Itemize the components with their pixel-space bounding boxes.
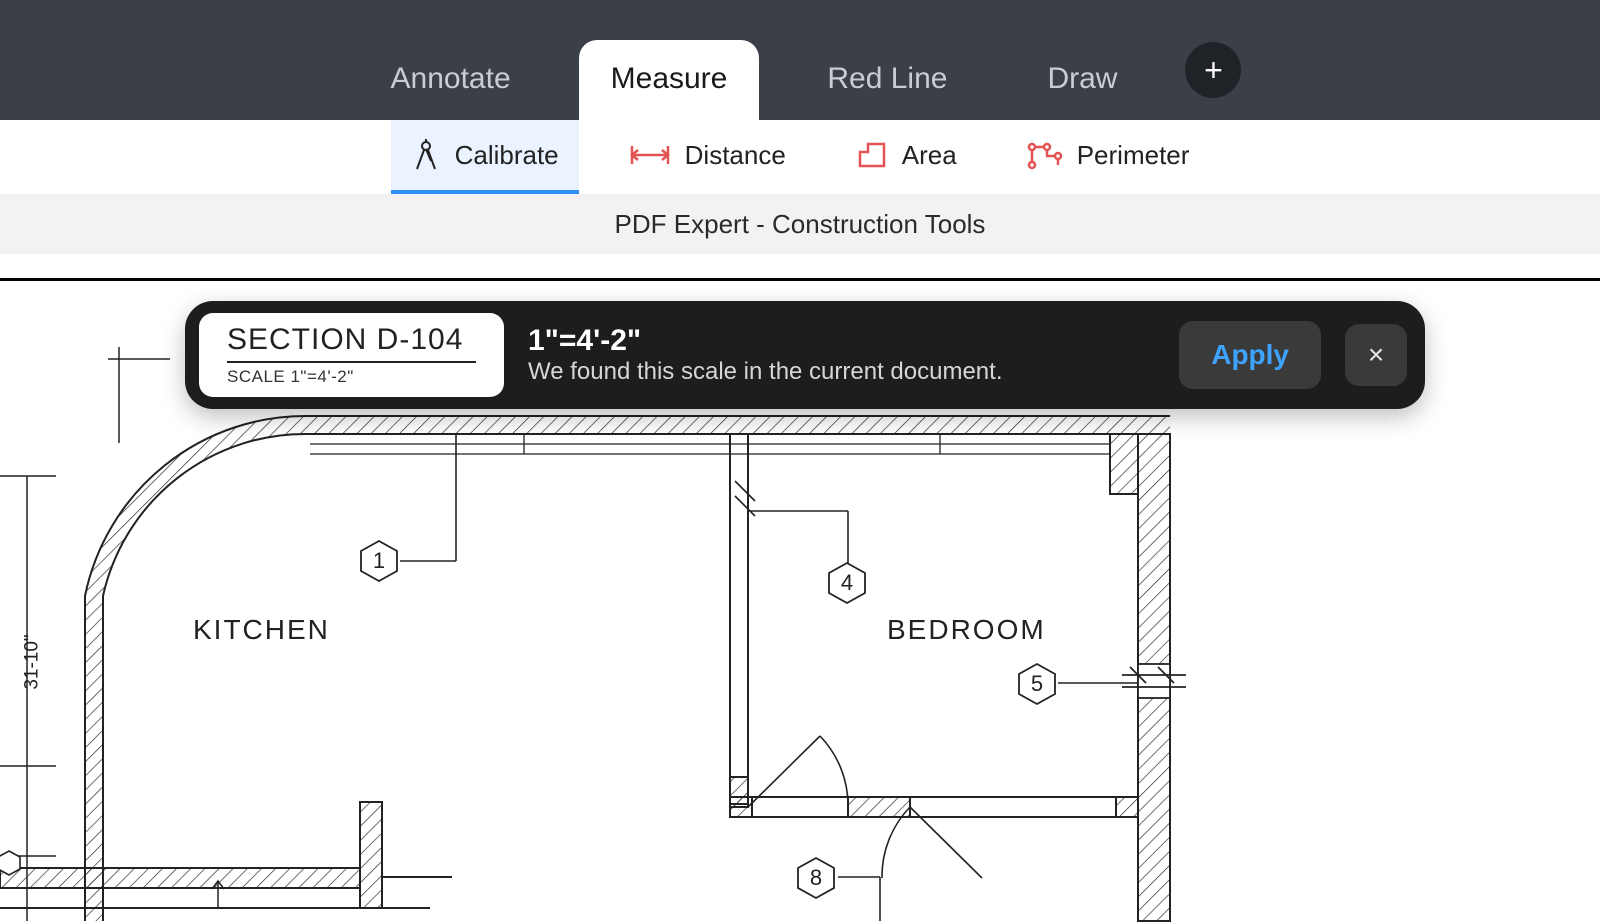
close-banner-button[interactable]: ×	[1345, 324, 1407, 386]
tool-label: Perimeter	[1077, 140, 1190, 171]
add-tab-button[interactable]: +	[1185, 42, 1241, 98]
scale-subtext: We found this scale in the current docum…	[528, 358, 1155, 386]
distance-icon	[629, 142, 671, 168]
tool-label: Area	[902, 140, 957, 171]
plan-marker-num: 8	[794, 856, 838, 900]
room-label-kitchen: KITCHEN	[193, 614, 330, 646]
plan-marker-num: 1	[357, 539, 401, 583]
plan-marker-5: 5	[1015, 662, 1059, 706]
measure-toolbar: Calibrate Distance Area	[0, 120, 1600, 194]
plan-marker-4: 4	[825, 561, 869, 605]
plan-marker-num: 4	[825, 561, 869, 605]
plan-marker-8: 8	[794, 856, 838, 900]
tool-label: Calibrate	[455, 140, 559, 171]
section-title: SECTION D-104	[227, 323, 476, 363]
perimeter-icon	[1027, 140, 1063, 170]
tab-annotate[interactable]: Annotate	[359, 40, 543, 120]
scale-heading: 1"=4'-2"	[528, 324, 1155, 358]
document-canvas[interactable]: SECTION D-104 SCALE 1"=4'-2" 1"=4'-2" We…	[0, 278, 1600, 924]
tab-draw[interactable]: Draw	[1015, 40, 1149, 120]
section-card: SECTION D-104 SCALE 1"=4'-2"	[199, 313, 504, 397]
tab-measure[interactable]: Measure	[579, 40, 760, 120]
scale-banner: SECTION D-104 SCALE 1"=4'-2" 1"=4'-2" We…	[185, 301, 1425, 409]
compass-icon	[411, 139, 441, 171]
plan-marker-num: 5	[1015, 662, 1059, 706]
close-icon: ×	[1368, 339, 1384, 371]
plan-marker-1: 1	[357, 539, 401, 583]
top-tabbar: Annotate Measure Red Line Draw +	[0, 0, 1600, 120]
section-scale: SCALE 1"=4'-2"	[227, 363, 476, 387]
plus-icon: +	[1204, 52, 1223, 89]
tool-distance[interactable]: Distance	[609, 120, 806, 194]
tool-calibrate[interactable]: Calibrate	[391, 120, 579, 194]
tool-label: Distance	[685, 140, 786, 171]
room-label-bedroom: BEDROOM	[887, 614, 1046, 646]
tab-redline[interactable]: Red Line	[795, 40, 979, 120]
area-icon	[856, 140, 888, 170]
tool-perimeter[interactable]: Perimeter	[1007, 120, 1210, 194]
apply-button[interactable]: Apply	[1179, 321, 1321, 389]
tool-area[interactable]: Area	[836, 120, 977, 194]
document-title: PDF Expert - Construction Tools	[615, 209, 986, 240]
document-title-bar: PDF Expert - Construction Tools	[0, 194, 1600, 254]
banner-text: 1"=4'-2" We found this scale in the curr…	[528, 324, 1155, 386]
dimension-vertical: 31-10"	[22, 634, 44, 689]
